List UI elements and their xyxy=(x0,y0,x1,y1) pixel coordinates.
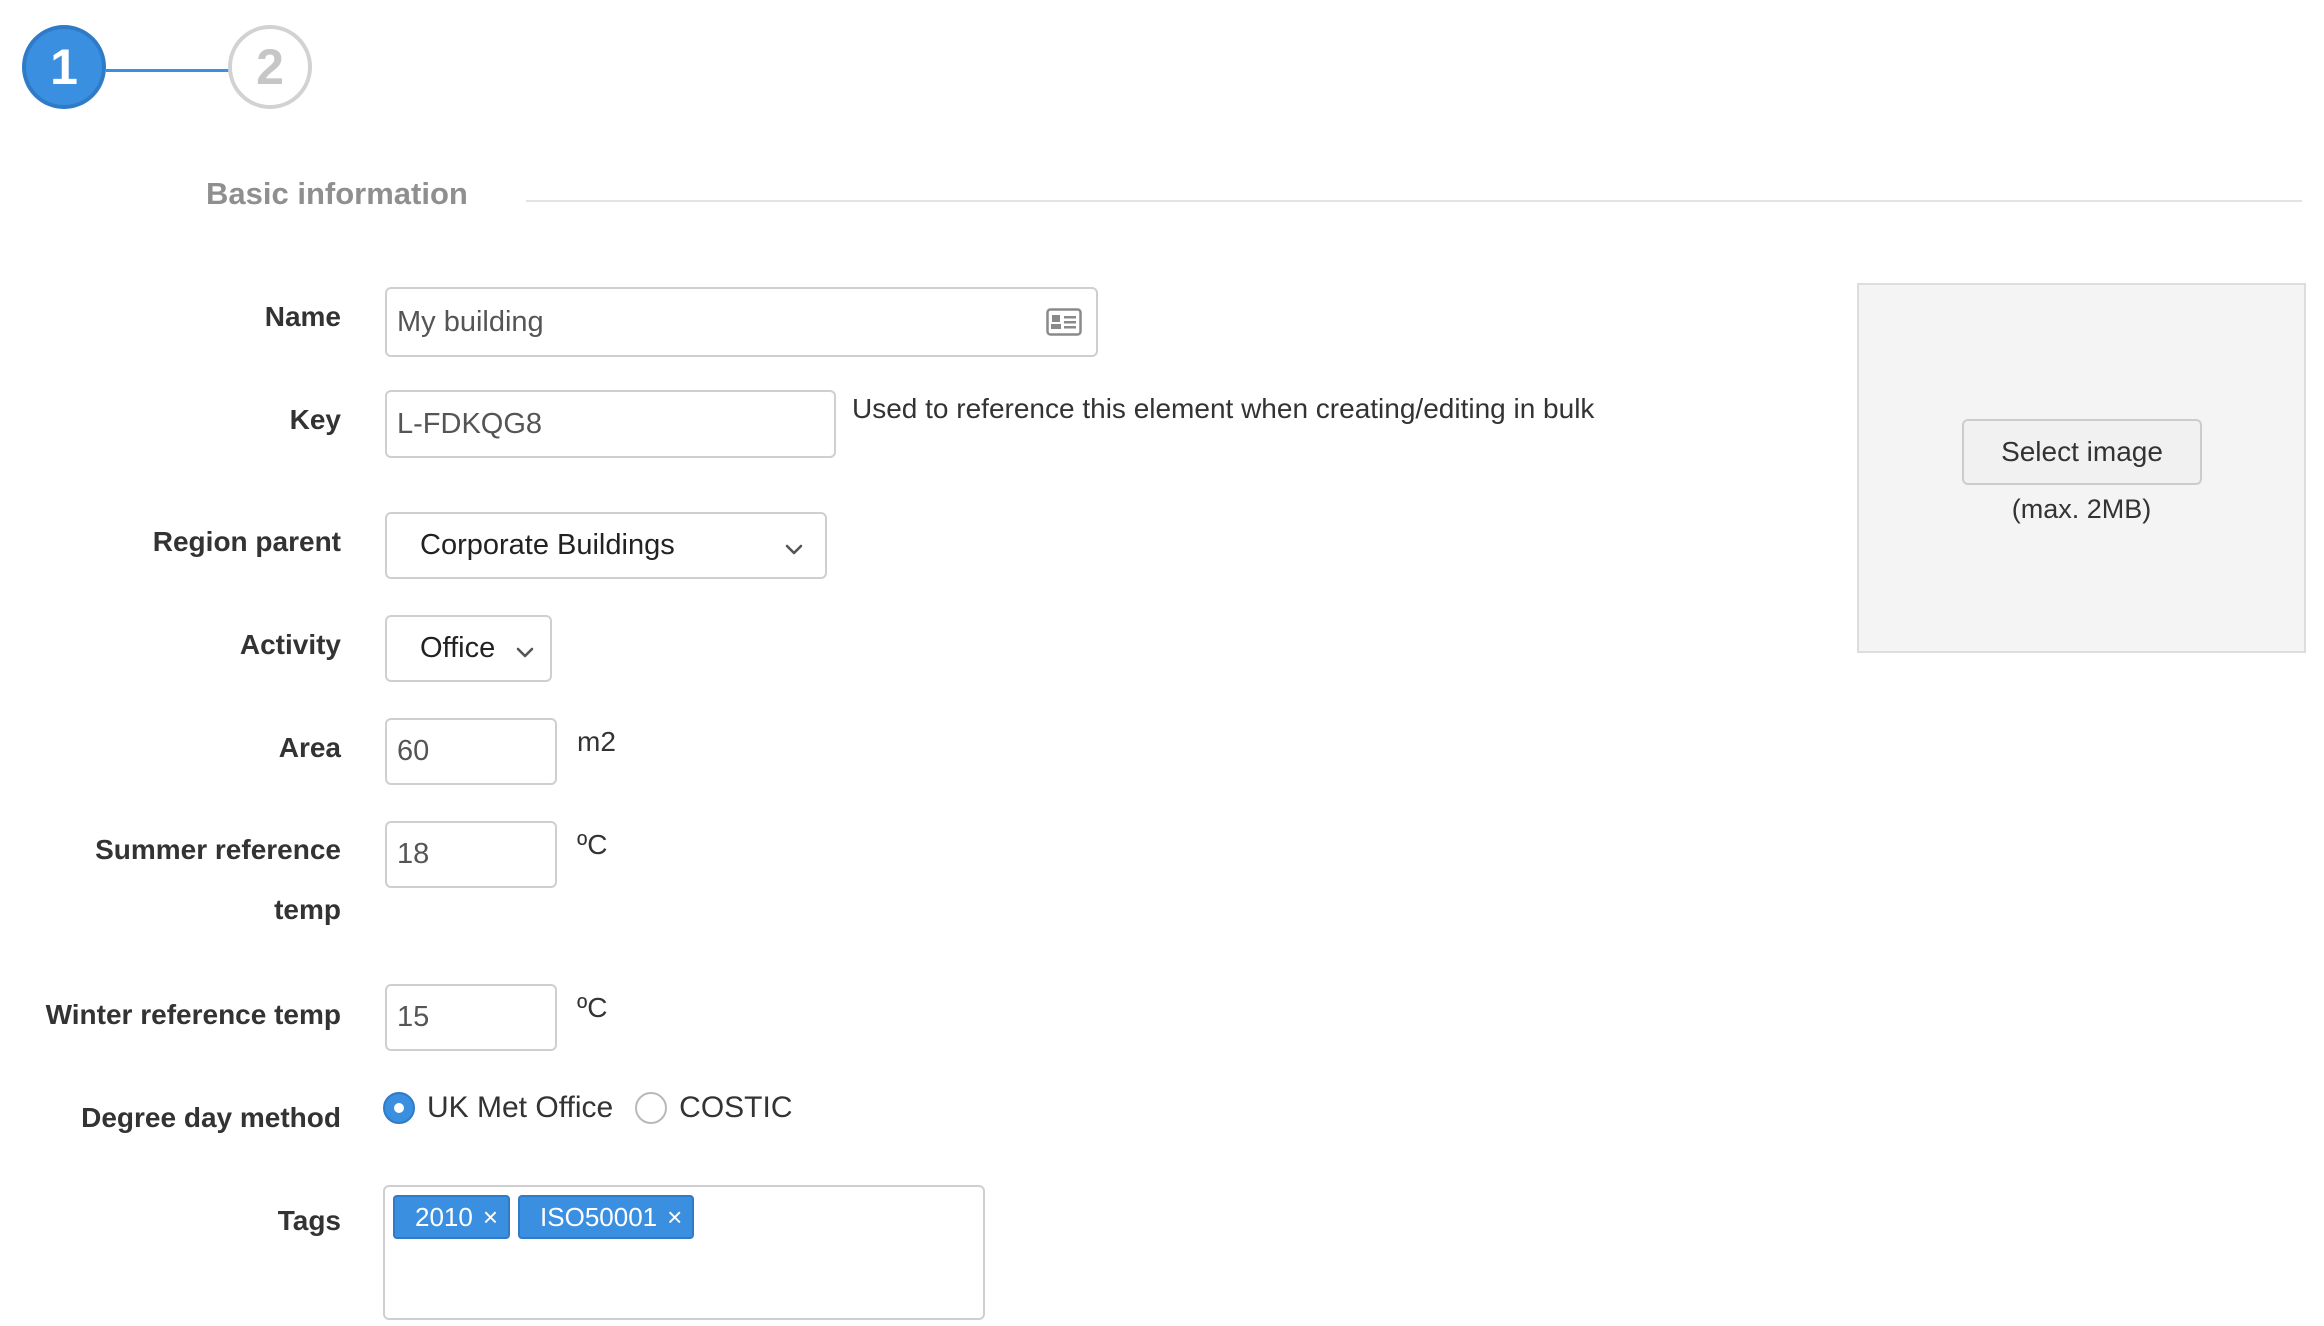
winter-temp-label: Winter reference temp xyxy=(45,999,341,1030)
stepper-connector xyxy=(106,69,230,72)
summer-temp-label: Summer reference temp xyxy=(95,834,341,925)
winter-temp-unit: ºC xyxy=(577,992,608,1023)
chevron-down-icon xyxy=(514,638,536,660)
radio-option-uk-met-office[interactable]: UK Met Office xyxy=(383,1091,635,1125)
area-input[interactable]: 60 xyxy=(385,718,557,785)
step-1-indicator[interactable]: 1 xyxy=(22,25,106,109)
key-input-value: L-FDKQG8 xyxy=(397,407,543,440)
area-unit: m2 xyxy=(577,726,616,757)
activity-select[interactable]: Office xyxy=(385,615,552,682)
close-icon[interactable]: × xyxy=(667,1202,682,1233)
tags-input[interactable]: 2010 × ISO50001 × xyxy=(383,1185,985,1320)
activity-value: Office xyxy=(420,632,496,664)
radio-label-costic: COSTIC xyxy=(679,1091,793,1124)
radio-label-uk-met-office: UK Met Office xyxy=(427,1091,614,1124)
tag-label: ISO50001 xyxy=(540,1201,658,1232)
step-2-indicator[interactable]: 2 xyxy=(228,25,312,109)
radio-option-costic[interactable]: COSTIC xyxy=(635,1091,814,1125)
tags-label: Tags xyxy=(277,1205,341,1236)
activity-label: Activity xyxy=(239,629,341,660)
tag-chip: 2010 × xyxy=(393,1195,511,1239)
section-title: Basic information xyxy=(206,176,468,211)
degree-day-method-label: Degree day method xyxy=(81,1102,341,1133)
tag-label: 2010 xyxy=(415,1201,473,1232)
region-parent-select[interactable]: Corporate Buildings xyxy=(385,512,827,579)
radio-button-selected[interactable] xyxy=(383,1092,415,1124)
summer-temp-input[interactable]: 18 xyxy=(385,821,557,888)
winter-temp-input-value: 15 xyxy=(397,1001,430,1033)
select-image-button[interactable]: Select image xyxy=(1962,419,2202,485)
name-input-value: My building xyxy=(397,305,544,338)
area-label: Area xyxy=(278,732,341,763)
key-input[interactable]: L-FDKQG8 xyxy=(385,390,836,458)
degree-day-method-radio-group: UK Met Office COSTIC xyxy=(383,1091,815,1125)
summer-temp-input-value: 18 xyxy=(397,838,430,870)
image-size-limit-note: (max. 2MB) xyxy=(2011,494,2152,524)
contact-card-icon xyxy=(1046,308,1082,336)
close-icon[interactable]: × xyxy=(483,1202,498,1233)
winter-temp-input[interactable]: 15 xyxy=(385,984,557,1051)
chevron-down-icon xyxy=(783,535,805,557)
name-label: Name xyxy=(264,301,341,332)
region-parent-value: Corporate Buildings xyxy=(420,529,675,561)
key-label: Key xyxy=(289,404,341,435)
radio-button-unselected[interactable] xyxy=(635,1092,668,1124)
key-help-text: Used to reference this element when crea… xyxy=(852,393,1595,424)
name-input[interactable]: My building xyxy=(385,287,1098,357)
tag-chip: ISO50001 × xyxy=(518,1195,695,1239)
summer-temp-unit: ºC xyxy=(577,829,608,860)
region-parent-label: Region parent xyxy=(152,526,341,557)
area-input-value: 60 xyxy=(397,735,430,767)
section-divider xyxy=(526,200,2302,202)
